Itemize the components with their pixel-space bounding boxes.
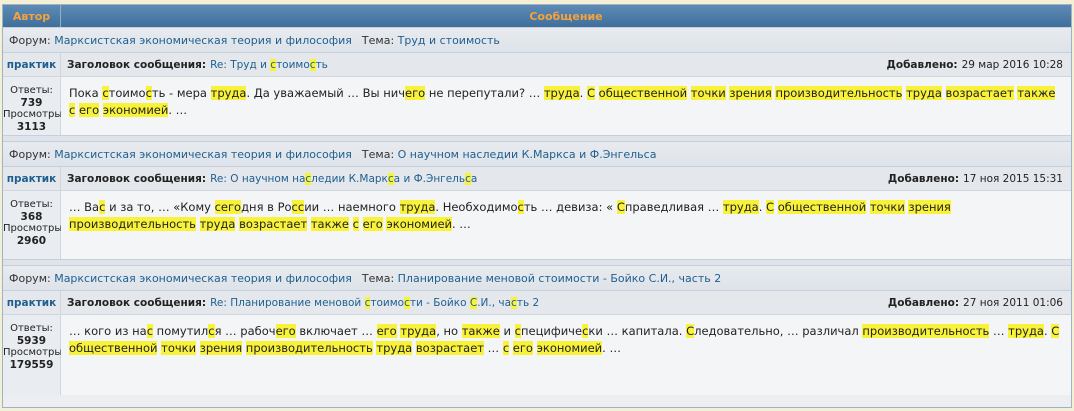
forum-label: Форум:	[9, 271, 51, 285]
forum-label: Форум:	[9, 147, 51, 161]
replies-count: 739	[20, 97, 43, 109]
forum-link[interactable]: Марксистская экономическая теория и фило…	[54, 148, 352, 161]
replies-label: Ответы:	[10, 199, 53, 210]
result-block: Форум: Марксистская экономическая теория…	[3, 27, 1071, 141]
result-block: Форум: Марксистская экономическая теория…	[3, 265, 1071, 395]
message-column-header: Сообщение	[529, 9, 603, 23]
post-body: Ответы: 368 Просмотры: 2960 … Вас и за т…	[3, 191, 1071, 259]
views-label: Просмотры:	[3, 109, 66, 120]
views-label: Просмотры:	[3, 347, 66, 358]
subject-label: Заголовок сообщения:	[67, 296, 207, 309]
post-stats: Ответы: 368 Просмотры: 2960	[3, 191, 66, 259]
subject: Заголовок сообщения: Re: О научном насле…	[61, 167, 888, 190]
author-link[interactable]: практик	[3, 53, 61, 76]
topic-label: Тема:	[361, 33, 395, 47]
subject-label: Заголовок сообщения:	[67, 172, 207, 185]
post-body: Ответы: 739 Просмотры: 3113 Пока стоимос…	[3, 77, 1071, 135]
topic-link[interactable]: Планирование меновой стоимости - Бойко С…	[398, 272, 722, 285]
subject: Заголовок сообщения: Re: Планирование ме…	[61, 291, 888, 314]
forum-topic-row: Форум: Марксистская экономическая теория…	[3, 141, 1071, 167]
forum-link[interactable]: Марксистская экономическая теория и фило…	[54, 272, 352, 285]
replies-count: 368	[20, 211, 43, 223]
replies-count: 5939	[16, 335, 47, 347]
subject-link[interactable]: Re: Труд и стоимость	[210, 58, 328, 71]
topic-label: Тема:	[361, 271, 395, 285]
views-count: 2960	[16, 235, 47, 247]
views-count: 3113	[16, 121, 47, 133]
post-stats: Ответы: 739 Просмотры: 3113	[3, 77, 66, 135]
forum-link[interactable]: Марксистская экономическая теория и фило…	[54, 34, 352, 47]
date-value: 17 ноя 2015 15:31	[963, 172, 1063, 185]
date-value: 27 ноя 2011 01:06	[963, 296, 1063, 309]
author-link[interactable]: практик	[3, 291, 61, 314]
post-header: практик Заголовок сообщения: Re: О научн…	[3, 167, 1071, 191]
author-column-header: Автор	[3, 5, 61, 27]
result-block: Форум: Марксистская экономическая теория…	[3, 141, 1071, 265]
post-header: практик Заголовок сообщения: Re: Труд и …	[3, 53, 1071, 77]
search-results-table: Автор Сообщение Форум: Марксистская экон…	[2, 4, 1072, 408]
forum-topic-row: Форум: Марксистская экономическая теория…	[3, 265, 1071, 291]
table-header: Автор Сообщение	[3, 5, 1071, 27]
added-label: Добавлено:	[887, 172, 960, 185]
post-excerpt: Пока стоимость - мера труда. Да уважаемы…	[61, 77, 1071, 135]
post-body: Ответы: 5939 Просмотры: 179559 … кого из…	[3, 315, 1071, 395]
replies-label: Ответы:	[10, 323, 53, 334]
date-value: 29 мар 2016 10:28	[961, 58, 1063, 71]
post-date: Добавлено: 29 мар 2016 10:28	[886, 53, 1071, 76]
views-count: 179559	[9, 359, 54, 371]
post-excerpt: … кого из нас помутился … рабочего включ…	[61, 315, 1071, 395]
forum-label: Форум:	[9, 33, 51, 47]
forum-topic-row: Форум: Марксистская экономическая теория…	[3, 27, 1071, 53]
topic-label: Тема:	[361, 147, 395, 161]
post-excerpt: … Вас и за то, … «Кому сегодня в России …	[61, 191, 1071, 259]
views-label: Просмотры:	[3, 223, 66, 234]
topic-link[interactable]: О научном наследии К.Маркса и Ф.Энгельса	[398, 148, 657, 161]
post-date: Добавлено: 27 ноя 2011 01:06	[887, 291, 1071, 314]
post-stats: Ответы: 5939 Просмотры: 179559	[3, 315, 66, 395]
subject: Заголовок сообщения: Re: Труд и стоимост…	[61, 53, 887, 76]
subject-link[interactable]: Re: О научном наследии К.Маркса и Ф.Энге…	[210, 172, 477, 185]
subject-link[interactable]: Re: Планирование меновой стоимости - Бой…	[210, 296, 539, 309]
replies-label: Ответы:	[10, 85, 53, 96]
subject-label: Заголовок сообщения:	[67, 58, 207, 71]
added-label: Добавлено:	[887, 296, 960, 309]
post-date: Добавлено: 17 ноя 2015 15:31	[887, 167, 1071, 190]
added-label: Добавлено:	[886, 58, 958, 71]
post-header: практик Заголовок сообщения: Re: Планиро…	[3, 291, 1071, 315]
topic-link[interactable]: Труд и стоимость	[398, 34, 500, 47]
author-link[interactable]: практик	[3, 167, 61, 190]
